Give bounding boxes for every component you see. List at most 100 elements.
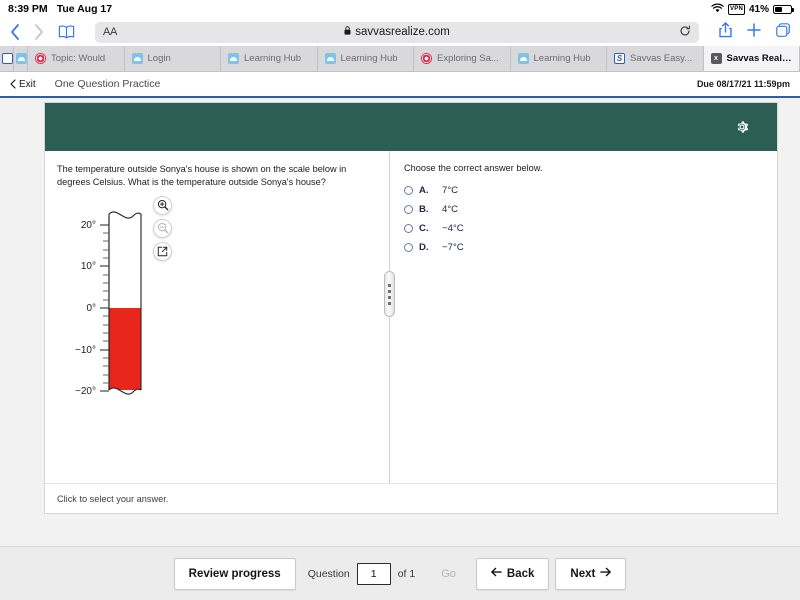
screen: 8:39 PM Tue Aug 17 VPN 41% AA savvasreal…: [0, 0, 800, 600]
status-date: Tue Aug 17: [56, 3, 113, 15]
question-number-input[interactable]: [356, 562, 391, 585]
back-label: Back: [506, 567, 535, 580]
status-bar-left: 8:39 PM Tue Aug 17: [8, 3, 112, 15]
radio-button[interactable]: [404, 243, 413, 252]
wifi-icon: [711, 3, 724, 16]
back-button[interactable]: Back: [475, 557, 550, 590]
ios-status-bar: 8:39 PM Tue Aug 17 VPN 41%: [0, 0, 800, 18]
option-letter: A.: [419, 185, 429, 196]
svg-text:10°: 10°: [81, 261, 96, 272]
question-right-pane: Choose the correct answer below. A. 7°C …: [390, 151, 777, 483]
radio-button[interactable]: [404, 224, 413, 233]
back-icon[interactable]: [10, 24, 20, 40]
browser-tab[interactable]: [14, 46, 28, 71]
lock-icon: [344, 26, 351, 38]
share-icon[interactable]: [719, 21, 732, 43]
safari-toolbar: AA savvasrealize.com: [0, 18, 800, 46]
browser-tab[interactable]: [0, 46, 14, 71]
next-button[interactable]: Next: [555, 557, 627, 590]
go-button[interactable]: Go: [427, 568, 470, 580]
plus-icon[interactable]: [747, 22, 761, 42]
zoom-out-icon: [153, 218, 172, 238]
vpn-badge: VPN: [728, 3, 745, 15]
option-letter: C.: [419, 223, 429, 234]
option-value: 4°C: [442, 204, 459, 215]
cloud-icon: [16, 53, 27, 64]
browser-tab-learning-hub-1[interactable]: Learning Hub: [221, 46, 318, 71]
browser-tab-login[interactable]: Login: [124, 46, 221, 71]
grip-dot: [388, 301, 391, 305]
option-value: 7°C: [442, 185, 459, 196]
splitter-grip[interactable]: [384, 271, 395, 317]
grip-dot: [388, 283, 391, 287]
cloud-icon: [2, 53, 13, 64]
figure-tools: [153, 195, 172, 261]
grip-dot: [388, 295, 391, 299]
radio-button[interactable]: [404, 205, 413, 214]
cloud-icon: [324, 53, 336, 64]
browser-tab-exploring-savvas[interactable]: Exploring Sa...: [414, 46, 511, 71]
app-header-bar: Exit One Question Practice Due 08/17/21 …: [0, 72, 800, 98]
tab-label: Learning Hub: [340, 53, 398, 64]
answer-option-b[interactable]: B. 4°C: [404, 204, 761, 215]
tab-label: Savvas Easy...: [630, 53, 693, 64]
due-date: Due 08/17/21 11:59pm: [696, 79, 790, 89]
svg-text:−10°: −10°: [75, 345, 96, 356]
swirl-icon: [35, 53, 46, 64]
reload-icon[interactable]: [679, 25, 691, 40]
option-value: −7°C: [442, 242, 464, 253]
tab-label: Savvas Realize: [726, 53, 793, 64]
battery-icon: [773, 4, 794, 14]
radio-button[interactable]: [404, 186, 413, 195]
arrow-left-icon: [491, 567, 502, 580]
tab-label: Exploring Sa...: [437, 53, 499, 64]
choose-answer-label: Choose the correct answer below.: [404, 163, 543, 173]
status-time: 8:39 PM: [8, 3, 48, 15]
text-size-button[interactable]: AA: [103, 26, 117, 38]
next-label: Next: [570, 567, 596, 580]
tab-label: Learning Hub: [533, 53, 591, 64]
review-progress-button[interactable]: Review progress: [173, 557, 296, 590]
option-value: −4°C: [442, 223, 464, 234]
svg-text:20°: 20°: [81, 220, 96, 231]
question-body: The temperature outside Sonya's house is…: [45, 151, 777, 483]
browser-tab-savvas-easybridge[interactable]: S Savvas Easy...: [607, 46, 704, 71]
url-display: savvasrealize.com: [95, 26, 699, 38]
panel-toolbar: [45, 103, 777, 151]
exit-button[interactable]: Exit: [10, 79, 36, 90]
svg-text:−20°: −20°: [75, 386, 96, 397]
exit-label: Exit: [19, 78, 36, 90]
browser-tab-learning-hub-2[interactable]: Learning Hub: [317, 46, 414, 71]
tab-strip: Topic: Would Login Learning Hub Learning…: [0, 46, 800, 72]
option-letter: B.: [419, 204, 429, 215]
address-bar[interactable]: AA savvasrealize.com: [95, 21, 699, 43]
pane-splitter[interactable]: [384, 151, 395, 483]
swirl-icon: [421, 53, 432, 64]
browser-tab-learning-hub-3[interactable]: Learning Hub: [510, 46, 607, 71]
question-navigator: Question of 1: [296, 562, 428, 585]
gear-icon[interactable]: [735, 120, 749, 134]
battery-percent: 41%: [748, 3, 769, 15]
cloud-icon: [517, 53, 529, 64]
svg-text:0°: 0°: [86, 303, 96, 314]
savvas-easybridge-icon: S: [614, 53, 625, 64]
cloud-icon: [228, 53, 239, 64]
book-icon[interactable]: [58, 25, 75, 39]
tab-label: Topic: Would: [51, 53, 106, 64]
thermometer-figure: 20° 10° 0° −10° −20°: [65, 195, 185, 404]
expand-icon[interactable]: [153, 241, 172, 261]
status-bar-right: VPN 41%: [711, 3, 794, 16]
grip-dot: [388, 289, 391, 293]
bottom-toolbar: Review progress Question of 1 Go Back Ne…: [0, 546, 800, 600]
tabs-icon[interactable]: [776, 22, 790, 42]
answer-option-d[interactable]: D. −7°C: [404, 242, 761, 253]
answer-option-a[interactable]: A. 7°C: [404, 185, 761, 196]
url-text: savvasrealize.com: [355, 26, 450, 38]
tab-label: Login: [147, 53, 171, 64]
browser-tab-savvas-realize[interactable]: x Savvas Realize: [703, 46, 800, 71]
assignment-title: One Question Practice: [54, 78, 161, 90]
answer-option-c[interactable]: C. −4°C: [404, 223, 761, 234]
zoom-in-icon[interactable]: [153, 195, 172, 215]
arrow-right-icon: [600, 567, 612, 580]
browser-tab-topic-would[interactable]: Topic: Would: [28, 46, 125, 71]
